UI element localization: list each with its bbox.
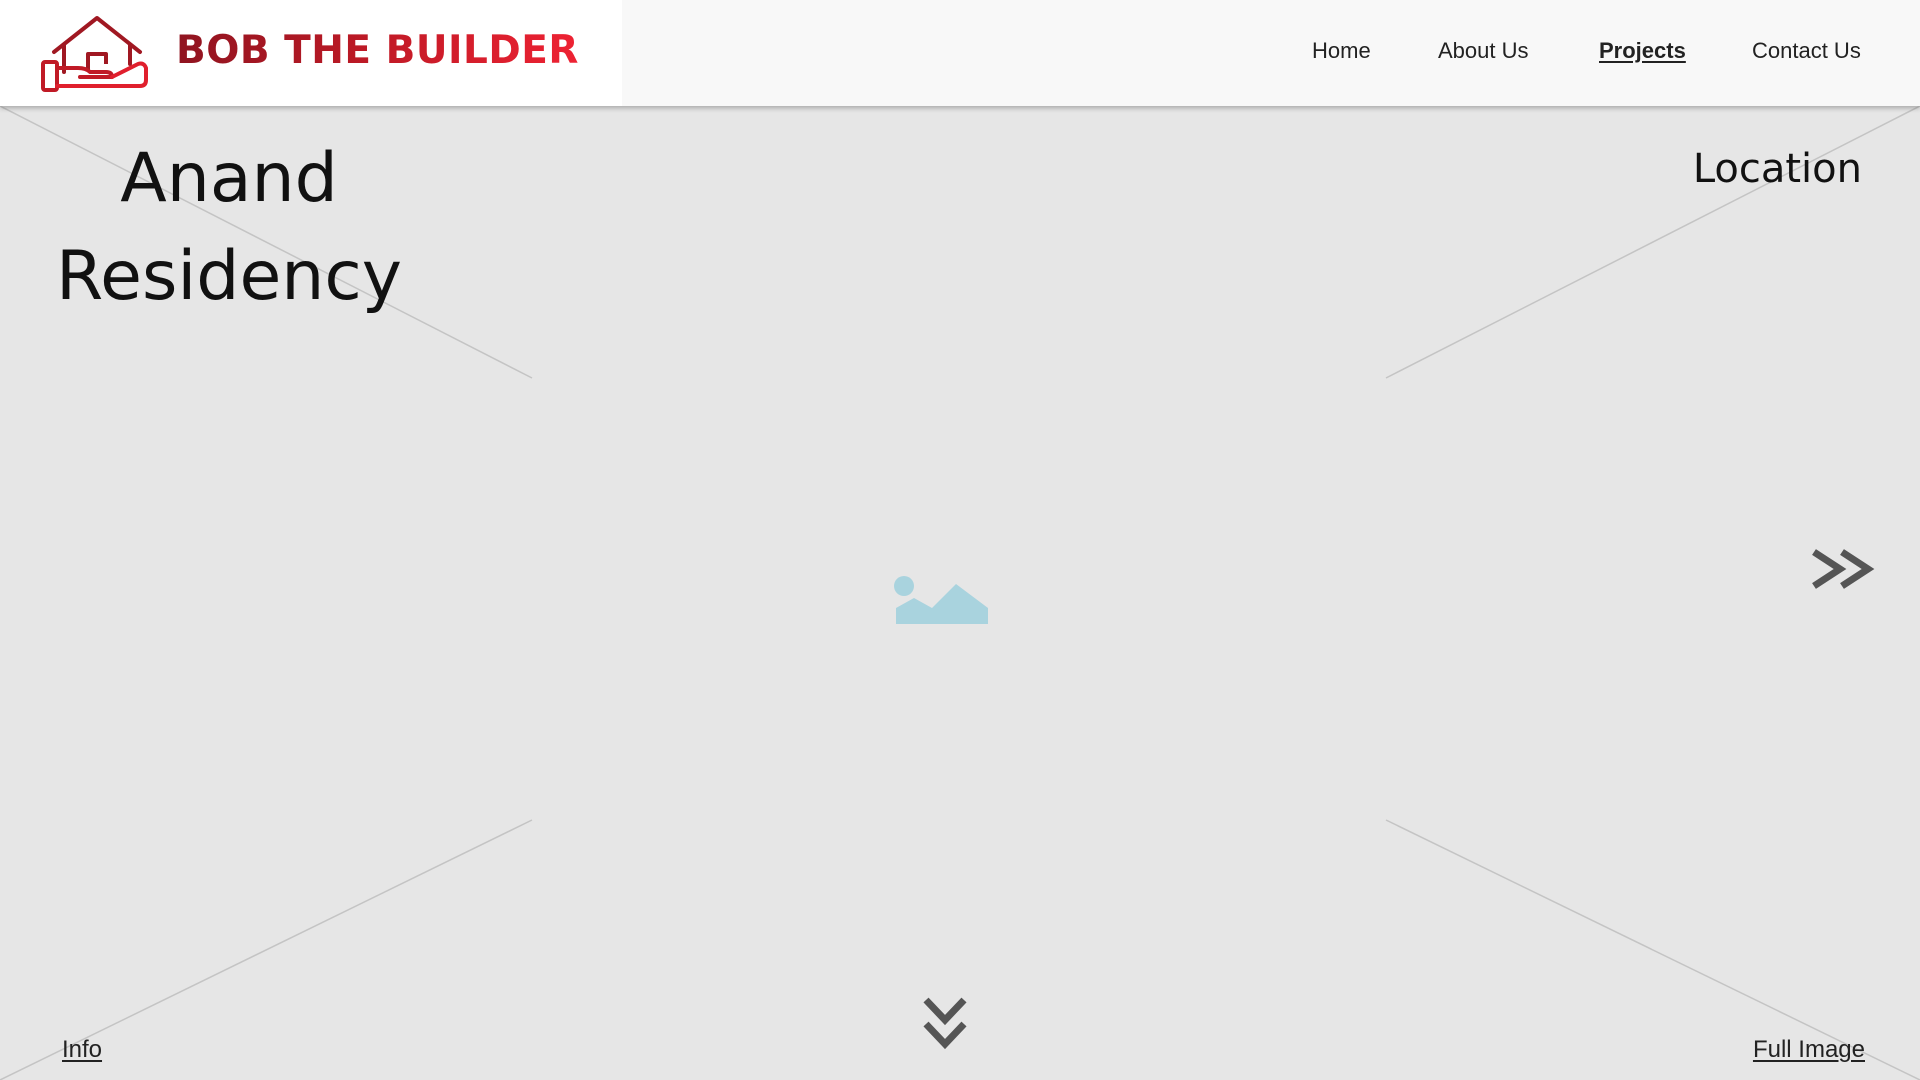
location-label: Location	[1692, 146, 1862, 192]
double-chevron-down-icon[interactable]	[920, 994, 970, 1054]
logo[interactable]: BOB THE BUILDER	[0, 0, 622, 106]
nav-item-about-us[interactable]: About Us	[1438, 38, 1529, 64]
nav-item-projects[interactable]: Projects	[1599, 38, 1686, 64]
project-title-line2: Residency	[55, 237, 403, 316]
full-image-link[interactable]: Full Image	[1753, 1036, 1865, 1064]
site-header: BOB THE BUILDER Home About Us Projects C…	[0, 0, 1920, 106]
info-link[interactable]: Info	[62, 1036, 102, 1064]
image-placeholder-icon	[894, 576, 988, 624]
double-chevron-right-icon[interactable]	[1808, 544, 1878, 594]
project-image-placeholder: Anand Residency Location Info Full Image	[0, 106, 1920, 1080]
house-in-hand-icon	[41, 16, 148, 92]
project-title: Anand Residency	[44, 130, 414, 326]
project-title-line1: Anand	[120, 139, 338, 218]
brand-name: BOB THE BUILDER	[176, 28, 579, 73]
page: BOB THE BUILDER Home About Us Projects C…	[0, 0, 1920, 1080]
nav-item-contact-us[interactable]: Contact Us	[1752, 38, 1861, 64]
nav-item-home[interactable]: Home	[1312, 38, 1371, 64]
